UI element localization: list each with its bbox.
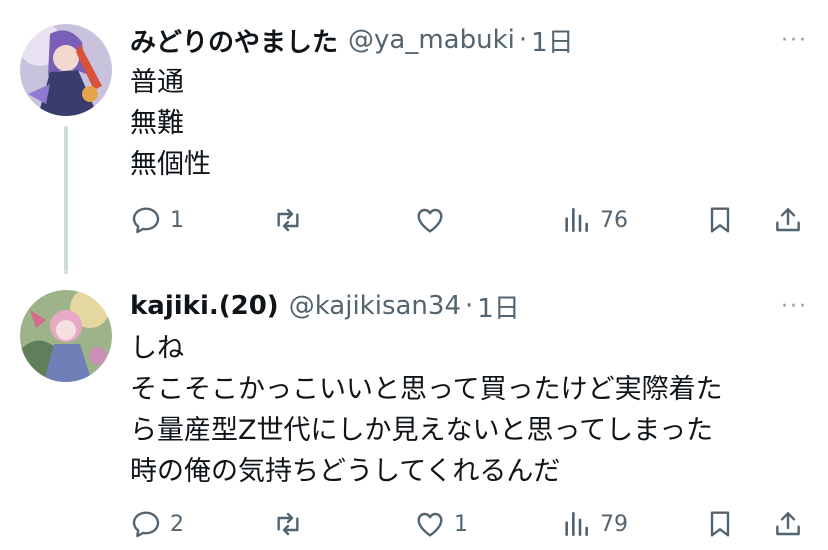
views-icon [565, 512, 588, 536]
timestamp[interactable]: 1日 [531, 22, 574, 59]
tweet-text-line: 無個性 [130, 149, 211, 180]
thread-line [64, 272, 68, 274]
thread-line [64, 126, 68, 272]
display-name[interactable]: kajiki.(20) [130, 291, 279, 321]
tweet-text: しね そこそこかっこいいと思って買ったけど実際着た ら量産型Z世代にしか見えない… [130, 328, 808, 492]
reply-icon [132, 511, 160, 538]
tweet-text-line: しね [130, 333, 184, 364]
tweet-text-line: 無難 [130, 108, 184, 139]
views-icon [565, 208, 588, 232]
like-icon [417, 208, 443, 233]
action-bar: 1 76 [130, 200, 810, 240]
tweet-text-line: ら量産型Z世代にしか見えないと思ってしまった [130, 415, 714, 446]
retweet-button[interactable] [272, 200, 312, 240]
action-bar: 2 1 79 [130, 504, 810, 544]
like-icon [417, 512, 443, 537]
avatar[interactable] [20, 24, 112, 116]
share-button[interactable] [772, 504, 804, 544]
share-button[interactable] [772, 200, 804, 240]
retweet-icon [277, 208, 299, 232]
reply-icon [132, 207, 160, 234]
tweet-text: 普通 無難 無個性 [130, 62, 808, 185]
like-button[interactable]: 1 [414, 504, 468, 544]
separator: · [465, 291, 474, 321]
reply-count: 1 [170, 207, 184, 233]
timestamp[interactable]: 1日 [477, 288, 520, 325]
views-count: 79 [600, 511, 628, 537]
user-handle[interactable]: @kajikisan34 [289, 291, 461, 321]
share-icon [776, 512, 800, 536]
tweet[interactable]: kajiki.(20) @kajikisan34 · 1日 ··· しね そこそ… [0, 272, 828, 550]
more-icon[interactable]: ··· [781, 28, 808, 53]
views-button[interactable]: 79 [560, 504, 628, 544]
more-icon[interactable]: ··· [781, 294, 808, 319]
display-name[interactable]: みどりのやました [130, 22, 338, 59]
share-icon [776, 208, 800, 232]
bookmark-icon [710, 511, 730, 537]
retweet-icon [277, 512, 299, 536]
views-count: 76 [600, 207, 628, 233]
tweet-header: kajiki.(20) @kajikisan34 · 1日 ··· [130, 286, 808, 326]
reply-count: 2 [170, 511, 184, 537]
tweet-header: みどりのやました @ya_mabuki · 1日 ··· [130, 20, 808, 60]
bookmark-icon [710, 207, 730, 233]
retweet-button[interactable] [272, 504, 312, 544]
tweet-text-line: そこそこかっこいいと思って買ったけど実際着た [130, 374, 723, 405]
reply-button[interactable]: 1 [130, 200, 184, 240]
bookmark-button[interactable] [704, 200, 736, 240]
tweet-text-line: 時の俺の気持ちどうしてくれるんだ [130, 456, 561, 487]
views-button[interactable]: 76 [560, 200, 628, 240]
like-button[interactable] [414, 200, 454, 240]
tweet-text-line: 普通 [130, 67, 184, 98]
separator: · [518, 25, 528, 55]
avatar[interactable] [20, 290, 112, 382]
tweet[interactable]: みどりのやました @ya_mabuki · 1日 ··· 普通 無難 無個性 1… [0, 0, 828, 272]
reply-button[interactable]: 2 [130, 504, 184, 544]
like-count: 1 [454, 511, 468, 537]
user-handle[interactable]: @ya_mabuki [348, 25, 515, 55]
bookmark-button[interactable] [704, 504, 736, 544]
